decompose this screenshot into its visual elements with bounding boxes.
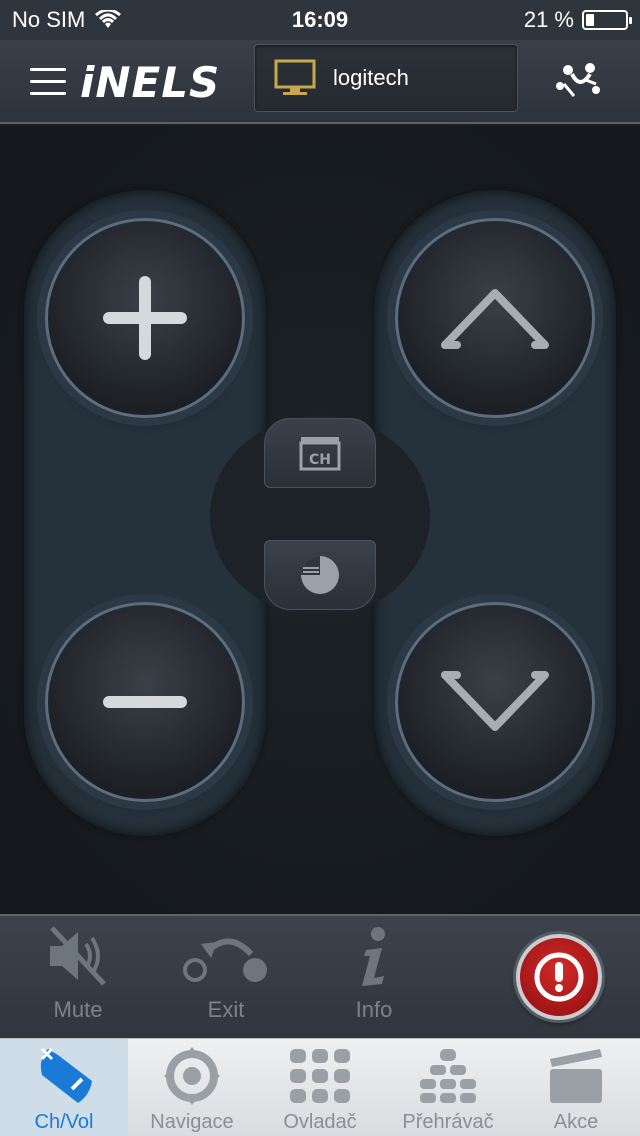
mute-label: Mute [53, 997, 103, 1022]
exit-button[interactable]: Exit [166, 924, 286, 1023]
info-label: Info [355, 997, 393, 1022]
wifi-icon [95, 10, 122, 28]
remote-panel: CH [0, 126, 640, 914]
app-header: iNELS logitech [0, 40, 640, 124]
power-button[interactable] [516, 934, 602, 1020]
tab-label: Ch/Vol [34, 1111, 94, 1133]
info-icon [362, 927, 385, 986]
svg-text:CH: CH [309, 452, 331, 468]
ch-vol-icon [40, 1047, 92, 1103]
minus-icon [103, 696, 187, 708]
player-icon [420, 1049, 476, 1103]
device-selector[interactable]: logitech [254, 44, 518, 112]
tab-navigace[interactable]: Navigace [128, 1039, 256, 1136]
app-logo: iNELS [80, 58, 221, 107]
battery-percent: 21 % [523, 7, 574, 32]
battery-level [586, 14, 594, 26]
keypad-icon [290, 1049, 350, 1103]
carrier-label: No SIM [12, 7, 86, 32]
navigation-dpad-icon [164, 1047, 220, 1105]
mute-speaker-icon [50, 926, 106, 986]
channel-clapper-icon: CH [299, 437, 341, 471]
chevron-down-icon [441, 671, 549, 731]
volume-down-button[interactable] [45, 602, 245, 802]
chevron-up-icon [441, 289, 549, 349]
tab-akce[interactable]: Akce [512, 1039, 640, 1136]
tab-label: Ovladač [283, 1111, 357, 1133]
control-strip: Mute Exit Info [0, 914, 640, 1038]
hamburger-menu-icon[interactable] [30, 68, 66, 96]
status-bar: No SIM 16:09 21 % [0, 0, 640, 40]
plus-icon [103, 276, 187, 360]
tv-icon [274, 59, 316, 95]
tab-label: Přehrávač [402, 1111, 494, 1133]
pie-chart-icon [301, 556, 339, 594]
exit-arrow-icon [183, 938, 267, 982]
tab-ovladac[interactable]: Ovladač [256, 1039, 384, 1136]
channel-list-button[interactable]: CH [264, 418, 376, 488]
clapperboard-icon [550, 1049, 602, 1103]
tab-ch-vol[interactable]: Ch/Vol [0, 1039, 128, 1136]
tab-label: Navigace [150, 1111, 234, 1133]
people-group-icon[interactable] [552, 60, 608, 102]
exit-label: Exit [207, 997, 245, 1022]
channel-up-button[interactable] [395, 218, 595, 418]
battery-icon [582, 10, 632, 30]
volume-up-button[interactable] [45, 218, 245, 418]
device-name: logitech [333, 65, 409, 90]
mute-button[interactable]: Mute [18, 924, 138, 1023]
tab-label: Akce [553, 1111, 599, 1133]
tab-bar: Ch/Vol Navigace Ovladač Přehrávač Akce [0, 1038, 640, 1136]
tab-prehravac[interactable]: Přehrávač [384, 1039, 512, 1136]
channel-down-button[interactable] [395, 602, 595, 802]
program-guide-button[interactable] [264, 540, 376, 610]
power-icon [534, 952, 584, 1002]
info-button[interactable]: Info [314, 924, 434, 1023]
